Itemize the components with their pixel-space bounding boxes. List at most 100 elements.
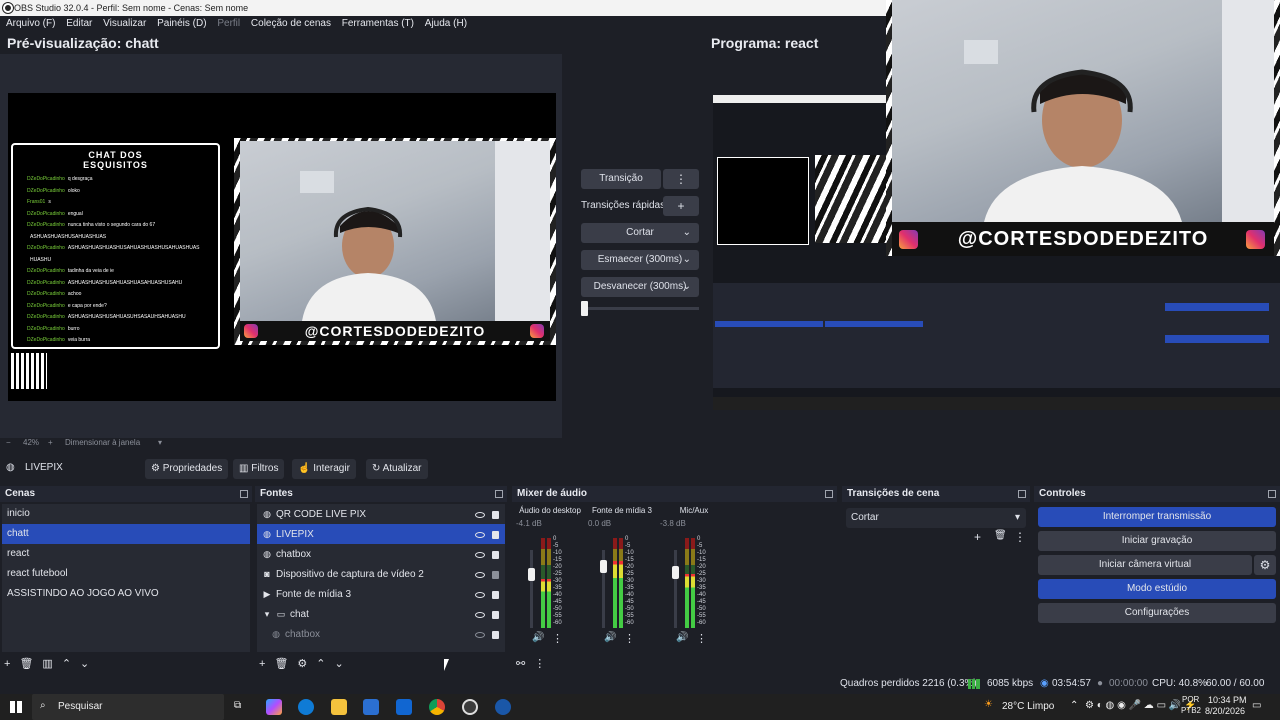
- menu-edit[interactable]: Editar: [66, 18, 92, 29]
- scene-item[interactable]: chatt: [2, 524, 250, 544]
- clock-date[interactable]: 8/20/2026: [1205, 706, 1245, 716]
- scene-item[interactable]: react: [2, 544, 250, 564]
- properties-button[interactable]: ⚙ Propriedades: [145, 459, 229, 479]
- eye-icon[interactable]: [475, 551, 485, 558]
- speaker-icon[interactable]: 🔊: [676, 632, 688, 643]
- menu-tools[interactable]: Ferramentas (T): [342, 18, 414, 29]
- undock-icon[interactable]: [1268, 490, 1276, 498]
- eye-icon[interactable]: [475, 511, 485, 518]
- source-item[interactable]: ◍ QR CODE LIVE PIX: [257, 504, 505, 524]
- notifications-icon[interactable]: ▭: [1252, 700, 1261, 711]
- store-icon[interactable]: [363, 699, 379, 715]
- filters-button[interactable]: ▥ Filtros: [233, 459, 285, 479]
- menu-scene-collection[interactable]: Coleção de cenas: [251, 18, 331, 29]
- undock-icon[interactable]: [240, 490, 248, 498]
- filter-icon[interactable]: ▥: [42, 658, 52, 670]
- trash-icon[interactable]: 🗑: [19, 658, 33, 670]
- windows-start-icon[interactable]: [10, 701, 22, 713]
- channel-menu-icon[interactable]: ⋮: [696, 632, 707, 645]
- keyboard-layout[interactable]: PTB2: [1181, 706, 1201, 715]
- transition-button[interactable]: Transição: [581, 169, 661, 189]
- quick-transition-fade[interactable]: Esmaecer (300ms) ⌄: [581, 250, 699, 270]
- channel-menu-icon[interactable]: ⋮: [624, 632, 635, 645]
- outlook-icon[interactable]: [396, 699, 412, 715]
- volume-slider-handle[interactable]: [600, 560, 607, 573]
- source-item[interactable]: ◍ chatbox: [257, 624, 505, 644]
- interact-button[interactable]: ☝ Interagir: [292, 459, 356, 479]
- chevron-down-icon[interactable]: ▾: [262, 604, 272, 624]
- menu-file[interactable]: Arquivo (F): [6, 18, 55, 29]
- transition-menu-icon[interactable]: ⋮: [663, 169, 699, 189]
- volume-slider-track[interactable]: [674, 550, 677, 628]
- menu-profile[interactable]: Perfil: [217, 18, 240, 29]
- trash-icon[interactable]: 🗑: [994, 530, 1007, 541]
- zoom-mode[interactable]: Dimensionar à janela: [65, 438, 140, 447]
- add-transition-icon[interactable]: +: [974, 530, 981, 544]
- scene-item[interactable]: react futebool: [2, 564, 250, 584]
- source-item[interactable]: ▶ Fonte de mídia 3: [257, 584, 505, 604]
- speaker-icon[interactable]: 🔊: [604, 632, 616, 643]
- keyboard-lang[interactable]: POR: [1182, 695, 1199, 704]
- undock-icon[interactable]: [1018, 490, 1026, 498]
- eye-icon[interactable]: [475, 571, 485, 578]
- add-icon[interactable]: +: [259, 658, 265, 670]
- task-view-icon[interactable]: ⧉: [234, 700, 241, 711]
- obs-taskbar-icon[interactable]: [462, 699, 478, 715]
- gear-icon[interactable]: ⚙: [297, 658, 307, 670]
- add-quick-transition-button[interactable]: +: [663, 196, 699, 216]
- tbar-handle[interactable]: [581, 301, 588, 316]
- volume-slider-handle[interactable]: [672, 566, 679, 579]
- source-item[interactable]: ◙ Dispositivo de captura de vídeo 2: [257, 564, 505, 584]
- tray-icons[interactable]: ⚙ ◐ ◍ ◉ 🎤 ☁ ▭ 🔊 ⚡: [1085, 700, 1196, 711]
- source-group[interactable]: ▾ ▭ chat: [257, 604, 505, 624]
- scene-item[interactable]: ASSISTINDO AO JOGO AO VIVO: [2, 584, 250, 604]
- trash-icon[interactable]: 🗑: [274, 658, 288, 670]
- refresh-button[interactable]: ↻ Atualizar: [366, 459, 428, 479]
- copilot-icon[interactable]: [266, 699, 282, 715]
- preview-canvas[interactable]: CHAT DOS ESQUISITOS DZeDoPicadinho q desg…: [8, 93, 556, 401]
- advanced-audio-icon[interactable]: ⚯: [516, 658, 525, 670]
- zoom-plus[interactable]: +: [48, 438, 53, 447]
- file-explorer-icon[interactable]: [331, 699, 347, 715]
- quick-transition-cut[interactable]: Cortar ⌄: [581, 223, 699, 243]
- eye-slash-icon[interactable]: [475, 631, 485, 638]
- volume-slider-track[interactable]: [530, 550, 533, 628]
- studio-mode-button[interactable]: Modo estúdio: [1038, 579, 1276, 599]
- lock-icon[interactable]: [492, 610, 499, 619]
- lock-icon[interactable]: [492, 630, 499, 639]
- gear-icon[interactable]: ⚙: [1254, 555, 1276, 575]
- unlock-icon[interactable]: [492, 570, 499, 579]
- lock-icon[interactable]: [492, 530, 499, 539]
- app-taskbar-icon[interactable]: [495, 699, 511, 715]
- move-down-icon[interactable]: ⌄: [335, 658, 344, 670]
- start-virtual-camera-button[interactable]: Iniciar câmera virtual: [1038, 555, 1252, 575]
- scene-item[interactable]: inicio: [2, 504, 250, 524]
- menu-docks[interactable]: Painéis (D): [157, 18, 206, 29]
- lock-icon[interactable]: [492, 590, 499, 599]
- source-item[interactable]: ◍ chatbox: [257, 544, 505, 564]
- eye-icon[interactable]: [475, 611, 485, 618]
- move-up-icon[interactable]: ⌃: [316, 658, 325, 670]
- settings-button[interactable]: Configurações: [1038, 603, 1276, 623]
- zoom-dropdown-icon[interactable]: ▾: [158, 438, 162, 447]
- move-up-icon[interactable]: ⌃: [62, 658, 71, 670]
- chrome-icon[interactable]: [429, 699, 445, 715]
- menu-help[interactable]: Ajuda (H): [425, 18, 467, 29]
- move-down-icon[interactable]: ⌄: [80, 658, 89, 670]
- undock-icon[interactable]: [825, 490, 833, 498]
- zoom-minus[interactable]: −: [6, 438, 11, 447]
- lock-icon[interactable]: [492, 510, 499, 519]
- transition-menu-icon[interactable]: ⋮: [1014, 530, 1026, 544]
- clock-time[interactable]: 10:34 PM: [1208, 695, 1247, 705]
- edge-icon[interactable]: [298, 699, 314, 715]
- eye-icon[interactable]: [475, 531, 485, 538]
- eye-icon[interactable]: [475, 591, 485, 598]
- source-item[interactable]: ◍ LIVEPIX: [257, 524, 505, 544]
- quick-transition-fade-to-black[interactable]: Desvanecer (300ms) ⌄: [581, 277, 699, 297]
- undock-icon[interactable]: [495, 490, 503, 498]
- lock-icon[interactable]: [492, 550, 499, 559]
- transition-select[interactable]: Cortar ▾: [846, 508, 1026, 528]
- start-recording-button[interactable]: Iniciar gravação: [1038, 531, 1276, 551]
- speaker-icon[interactable]: 🔊: [532, 632, 544, 643]
- add-icon[interactable]: +: [4, 658, 10, 670]
